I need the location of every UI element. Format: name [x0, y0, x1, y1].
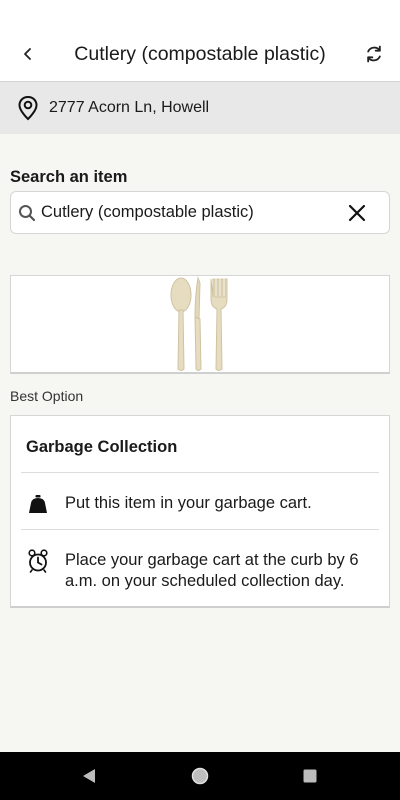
refresh-button[interactable] — [360, 40, 388, 68]
clear-search-button[interactable] — [347, 203, 367, 223]
close-icon — [348, 204, 366, 222]
search-box — [10, 191, 390, 234]
nav-recents-icon — [303, 769, 317, 783]
option-row-text: Put this item in your garbage cart. — [65, 494, 312, 512]
option-title: Garbage Collection — [26, 438, 178, 456]
cutlery-image — [170, 276, 228, 371]
system-nav-bar — [0, 752, 400, 800]
divider — [21, 472, 379, 473]
search-label: Search an item — [10, 168, 128, 186]
app-header: Cutlery (compostable plastic) — [0, 0, 400, 82]
search-input[interactable] — [41, 203, 341, 222]
item-image-card — [10, 275, 390, 374]
option-row-text: Place your garbage cart at the curb by 6… — [65, 551, 359, 590]
address-bar[interactable]: 2777 Acorn Ln, Howell — [0, 82, 400, 134]
page-title: Cutlery (compostable plastic) — [74, 43, 326, 65]
address-text: 2777 Acorn Ln, Howell — [49, 99, 210, 116]
best-option-label: Best Option — [10, 388, 84, 404]
refresh-icon — [367, 45, 381, 63]
alarm-clock-icon — [26, 549, 50, 573]
nav-home-icon — [191, 767, 209, 785]
search-icon — [17, 203, 37, 223]
garbage-cart-icon — [26, 492, 50, 516]
divider — [21, 529, 379, 530]
nav-recents-button[interactable] — [298, 764, 322, 788]
nav-home-button[interactable] — [188, 764, 212, 788]
location-pin-icon — [15, 95, 41, 121]
nav-back-icon — [83, 769, 95, 783]
back-button[interactable] — [14, 40, 42, 68]
chevron-left-icon — [24, 48, 31, 60]
disposal-option-card: Garbage Collection Put this item in your… — [10, 415, 390, 608]
nav-back-button[interactable] — [77, 764, 101, 788]
